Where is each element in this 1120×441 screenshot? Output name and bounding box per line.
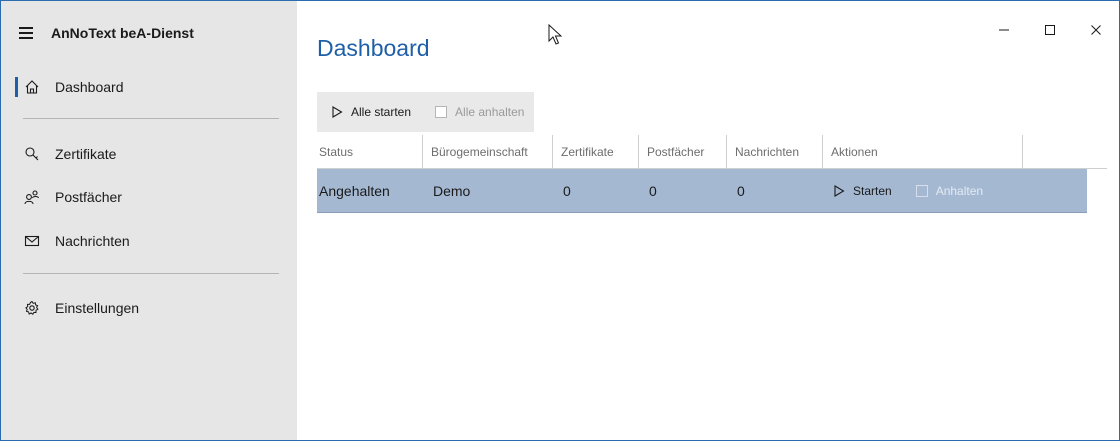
cell-certificates: 0 bbox=[563, 183, 571, 199]
start-all-button[interactable]: Alle starten bbox=[317, 92, 421, 132]
sidebar-divider bbox=[23, 273, 279, 274]
column-header-certificates[interactable]: Zertifikate bbox=[553, 135, 639, 169]
sidebar-item-label: Einstellungen bbox=[55, 300, 140, 316]
start-all-label: Alle starten bbox=[351, 105, 412, 119]
play-icon bbox=[332, 106, 343, 118]
sidebar-item-label: Dashboard bbox=[55, 79, 124, 95]
sidebar-item-postfaecher[interactable]: Postfächer bbox=[1, 179, 297, 215]
people-icon bbox=[23, 188, 41, 206]
sidebar-item-einstellungen[interactable]: Einstellungen bbox=[1, 290, 297, 326]
column-header-status[interactable]: Status bbox=[317, 135, 423, 169]
active-indicator bbox=[15, 77, 18, 97]
stop-all-button[interactable]: Alle anhalten bbox=[421, 92, 534, 132]
sidebar-item-zertifikate[interactable]: Zertifikate bbox=[1, 136, 297, 172]
column-header-messages[interactable]: Nachrichten bbox=[727, 135, 823, 169]
main-content: Dashboard Alle starten Alle anhalten Sta… bbox=[297, 1, 1119, 440]
app-window: AnNoText beA-Dienst Dashboard Zertifikat… bbox=[0, 0, 1120, 441]
sidebar-item-label: Postfächer bbox=[55, 189, 122, 205]
minimize-icon[interactable] bbox=[981, 15, 1027, 45]
page-title: Dashboard bbox=[317, 35, 430, 61]
row-stop-button[interactable]: Anhalten bbox=[915, 184, 984, 198]
column-header-filler bbox=[1023, 135, 1087, 169]
play-icon bbox=[834, 185, 845, 197]
stop-icon bbox=[915, 185, 928, 197]
mail-icon bbox=[23, 232, 41, 250]
certificate-icon bbox=[23, 145, 41, 163]
hamburger-menu-icon[interactable] bbox=[19, 25, 35, 41]
stop-icon bbox=[435, 106, 448, 118]
sidebar-item-label: Zertifikate bbox=[55, 146, 117, 162]
app-title: AnNoText beA-Dienst bbox=[51, 25, 194, 41]
close-icon[interactable] bbox=[1073, 15, 1119, 45]
sidebar-divider bbox=[23, 118, 279, 119]
column-header-mailboxes[interactable]: Postfächer bbox=[639, 135, 727, 169]
sidebar-item-nachrichten[interactable]: Nachrichten bbox=[1, 223, 297, 259]
gear-icon bbox=[23, 299, 41, 317]
cell-status: Angehalten bbox=[319, 183, 390, 199]
cell-actions: Starten Anhalten bbox=[823, 169, 1087, 213]
maximize-icon[interactable] bbox=[1027, 15, 1073, 45]
table-header: Status Bürogemeinschaft Zertifikate Post… bbox=[317, 135, 1107, 169]
row-start-label: Starten bbox=[853, 184, 892, 198]
home-icon bbox=[23, 78, 41, 96]
cell-messages: 0 bbox=[737, 183, 745, 199]
row-stop-label: Anhalten bbox=[935, 184, 984, 198]
column-header-actions[interactable]: Aktionen bbox=[823, 135, 1023, 169]
cell-mailboxes: 0 bbox=[649, 183, 657, 199]
sidebar-item-dashboard[interactable]: Dashboard bbox=[1, 69, 297, 105]
sidebar-item-label: Nachrichten bbox=[55, 233, 130, 249]
mouse-cursor-icon bbox=[548, 24, 562, 45]
row-start-button[interactable]: Starten bbox=[833, 184, 892, 198]
column-header-office[interactable]: Bürogemeinschaft bbox=[423, 135, 553, 169]
toolbar: Alle starten Alle anhalten bbox=[317, 92, 535, 132]
table-row[interactable]: Angehalten Demo 0 0 0 Starten Anhalten bbox=[317, 169, 1087, 213]
sidebar: AnNoText beA-Dienst Dashboard Zertifikat… bbox=[1, 1, 297, 440]
app-header: AnNoText beA-Dienst bbox=[19, 23, 194, 43]
stop-all-label: Alle anhalten bbox=[455, 105, 525, 119]
instances-table: Status Bürogemeinschaft Zertifikate Post… bbox=[317, 135, 1107, 213]
cell-office: Demo bbox=[433, 183, 471, 199]
window-caption-buttons bbox=[981, 15, 1119, 45]
